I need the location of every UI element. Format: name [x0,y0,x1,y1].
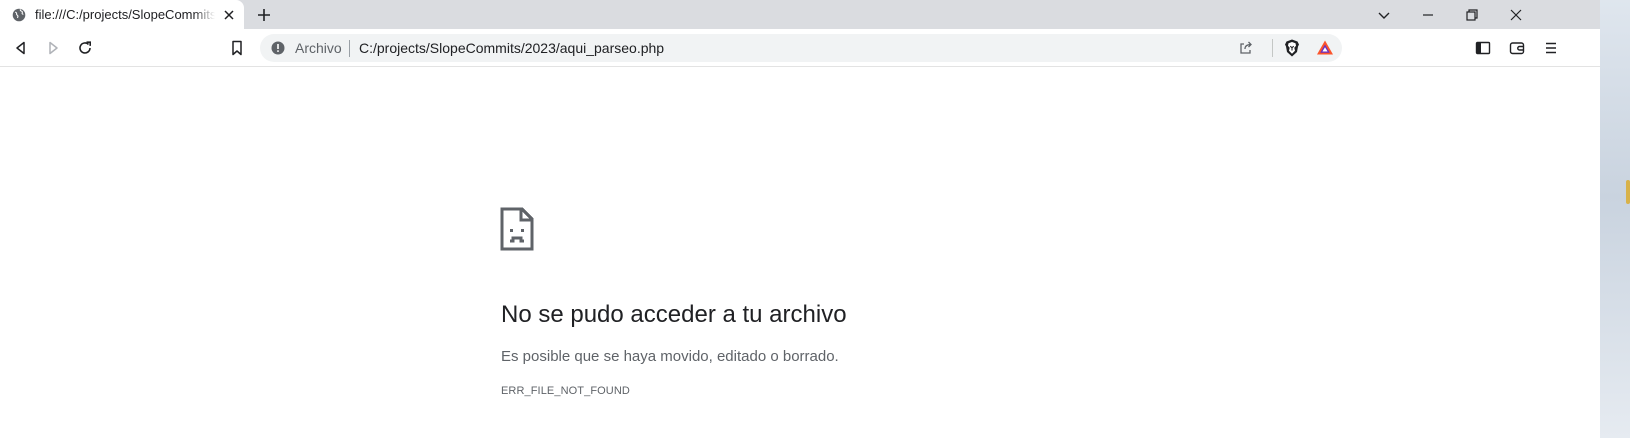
error-title: No se pudo acceder a tu archivo [501,301,847,328]
tab-strip: file:///C:/projects/SlopeCommits/2023/aq… [0,0,1600,29]
url-text[interactable]: C:/projects/SlopeCommits/2023/aqui_parse… [359,40,664,56]
minimize-icon[interactable] [1420,7,1436,23]
brave-shields-icon[interactable] [1282,38,1302,58]
tab-title: file:///C:/projects/SlopeCommits/2023/aq… [35,7,215,22]
close-window-icon[interactable] [1508,7,1524,23]
desktop-icon-edge [1626,180,1630,204]
wallet-icon[interactable] [1508,39,1526,57]
active-tab[interactable]: file:///C:/projects/SlopeCommits/2023/aq… [0,0,244,29]
scheme-separator [349,40,350,57]
close-tab-icon[interactable] [222,8,236,22]
info-icon[interactable] [271,41,285,55]
menu-icon[interactable] [1542,39,1560,57]
share-icon[interactable] [1238,40,1254,56]
forward-icon[interactable] [44,39,62,57]
globe-icon [12,8,26,22]
error-description: Es posible que se haya movido, editado o… [501,348,839,365]
tab-search-chevron-icon[interactable] [1376,7,1392,23]
brave-rewards-icon[interactable] [1316,39,1334,57]
restore-icon[interactable] [1464,7,1480,23]
reload-icon[interactable] [76,39,94,57]
error-code: ERR_FILE_NOT_FOUND [501,385,630,397]
browser-window: file:///C:/projects/SlopeCommits/2023/aq… [0,0,1600,438]
back-icon[interactable] [12,39,30,57]
sidebar-icon[interactable] [1474,39,1492,57]
bookmark-icon[interactable] [228,39,246,57]
address-bar[interactable]: Archivo C:/projects/SlopeCommits/2023/aq… [260,34,1342,62]
sad-file-icon [500,207,534,251]
scheme-label: Archivo [295,40,342,56]
page-content: No se pudo acceder a tu archivo Es posib… [0,68,1600,438]
new-tab-icon[interactable] [256,7,272,23]
toolbar: Archivo C:/projects/SlopeCommits/2023/aq… [0,29,1600,67]
desktop-background [1600,0,1630,438]
omnibox-divider [1272,39,1273,57]
